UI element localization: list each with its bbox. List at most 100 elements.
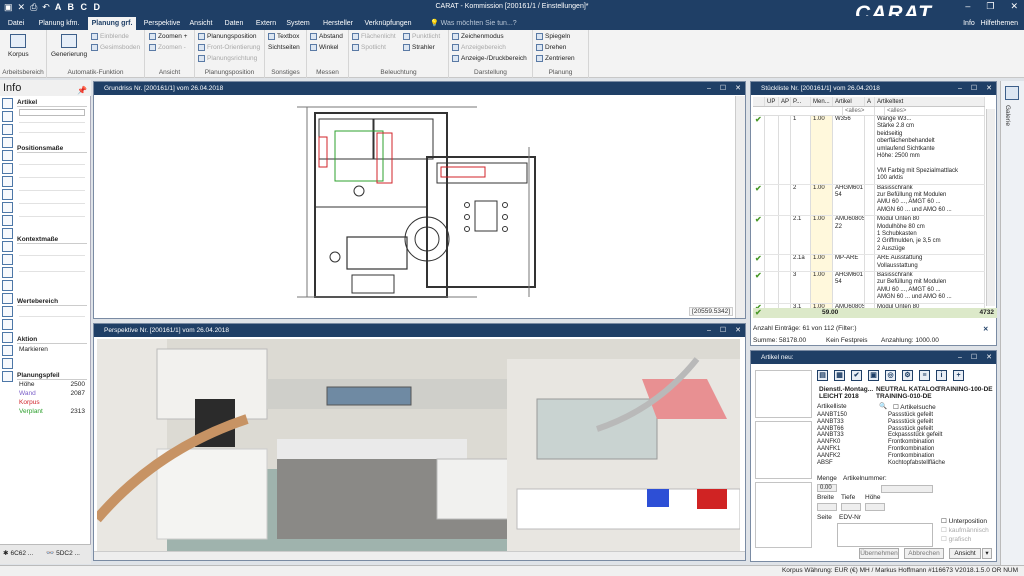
minimize-icon[interactable]: –	[958, 351, 962, 364]
doc-tab-2[interactable]: 👓 5DC2 ...	[46, 549, 80, 558]
minimize-icon[interactable]: –	[958, 82, 962, 95]
col-up[interactable]: UP	[765, 97, 779, 106]
tool-icon[interactable]	[2, 241, 13, 252]
close-icon[interactable]: ✕	[735, 324, 741, 337]
tab-hersteller[interactable]: Hersteller	[318, 17, 358, 30]
maximize-icon[interactable]: ☐	[720, 82, 726, 95]
tool-icon[interactable]	[2, 189, 13, 200]
tab-planung-kfm[interactable]: Planung kfm.	[34, 17, 84, 30]
ansicht-dropdown-icon[interactable]: ▾	[982, 548, 992, 559]
tab-verknuepfungen[interactable]: Verknüpfungen	[362, 17, 414, 30]
list-item[interactable]: AANBT150 Passstück gefeilt	[817, 412, 987, 419]
restore-icon[interactable]: ❐	[986, 1, 994, 12]
stueckliste-scrollbar[interactable]	[986, 109, 995, 306]
col-a[interactable]: A	[865, 97, 875, 106]
table-row[interactable]: ✔ 1 1.00 W356 Wange W3... Stärke 2.8 cm beidse…	[753, 116, 985, 185]
tool-icon[interactable]	[2, 228, 13, 239]
minimize-icon[interactable]: –	[707, 324, 711, 337]
list-item[interactable]: ABSF Kochtopfabstellfläche	[817, 460, 987, 467]
tool-icon[interactable]	[2, 163, 13, 174]
perspective-horizontal-scrollbar[interactable]	[94, 551, 745, 560]
korpus-button[interactable]: Korpus	[8, 32, 29, 58]
artikelsuche-checkbox[interactable]: ☐ Artikelsuche	[893, 403, 936, 411]
unterposition-checkbox[interactable]: ☐ Unterposition	[941, 517, 987, 525]
tool-icon[interactable]	[2, 215, 13, 226]
gallery-icon[interactable]	[1005, 86, 1019, 100]
clear-filter-icon[interactable]: ✕	[983, 325, 988, 333]
maximize-icon[interactable]: ☐	[971, 82, 977, 95]
close-icon[interactable]: ✕	[986, 82, 992, 95]
generierung-button[interactable]: Generierung	[51, 32, 87, 58]
menge-input[interactable]: 0.00	[817, 484, 837, 492]
tab-planung-grf[interactable]: Planung grf.	[88, 17, 136, 30]
tool-icon[interactable]	[2, 150, 13, 161]
add-icon[interactable]: +	[953, 370, 964, 381]
tool-icon[interactable]	[2, 202, 13, 213]
tool-icon[interactable]	[2, 332, 13, 343]
tool-icon[interactable]	[2, 358, 13, 369]
artikel-field[interactable]	[19, 109, 85, 116]
zeichenmodus-button[interactable]: Zeichenmodus	[452, 33, 504, 40]
perspective-render[interactable]	[97, 339, 740, 551]
list-item[interactable]: AANBT33 Passstück gefeilt	[817, 419, 987, 426]
zoom-out-button[interactable]: Zoomen -	[149, 44, 186, 51]
tab-ansicht[interactable]: Ansicht	[186, 17, 216, 30]
tool-icon[interactable]	[2, 254, 13, 265]
catalog-3[interactable]: NEUTRAL KATALOG	[876, 386, 940, 393]
tool-icon[interactable]	[2, 176, 13, 187]
tab-extern[interactable]: Extern	[252, 17, 280, 30]
close-icon[interactable]: ✕	[986, 351, 992, 364]
catalog-2[interactable]: LEICHT 2018	[819, 393, 859, 400]
tab-daten[interactable]: Daten	[220, 17, 248, 30]
aktion-value[interactable]: Markieren	[19, 346, 85, 353]
tool-icon[interactable]	[2, 280, 13, 291]
tool-icon[interactable]	[2, 319, 13, 330]
doc-tab-1[interactable]: ✱ 6C62 ...	[3, 549, 33, 558]
help-link[interactable]: Hilfethemen	[981, 20, 1018, 27]
catalog-4[interactable]: TRAINING-010-DE	[876, 393, 932, 400]
breite-input[interactable]	[817, 503, 837, 511]
col-menge[interactable]: Men...	[811, 97, 833, 106]
catalog-1[interactable]: Dienstl.-Montag...	[819, 386, 873, 393]
col-artikeltext[interactable]: Artikeltext	[875, 97, 985, 106]
spotlicht-button[interactable]: Spotlicht	[352, 44, 386, 51]
artikelnummer-input[interactable]	[881, 485, 933, 493]
col-ap[interactable]: AP	[779, 97, 791, 106]
globe-icon[interactable]: ◎	[885, 370, 896, 381]
filter-cell[interactable]	[753, 107, 843, 115]
planungsrichtung-button[interactable]: Planungsrichtung	[198, 55, 257, 62]
ansicht-button[interactable]: Ansicht	[949, 548, 981, 559]
settings-icon[interactable]: ⚙	[902, 370, 913, 381]
drehen-button[interactable]: Drehen	[536, 44, 566, 51]
list-item[interactable]: AANBT33 Eckpassstück gefeilt	[817, 432, 987, 439]
textbox-button[interactable]: Textbox	[268, 33, 299, 40]
tool-icon[interactable]	[2, 111, 13, 122]
close-icon[interactable]: ✕	[735, 82, 741, 95]
tool-icon[interactable]	[2, 137, 13, 148]
list-icon[interactable]: ≡	[919, 370, 930, 381]
gallery-tab[interactable]: Galerie	[1004, 105, 1011, 126]
minimize-icon[interactable]: –	[965, 1, 970, 12]
checkbox-icon[interactable]: ✔	[851, 370, 862, 381]
tool-icon[interactable]	[2, 371, 13, 382]
edv-input[interactable]	[837, 523, 933, 547]
filter-artikel[interactable]: <alles>	[843, 107, 875, 115]
catalog-5[interactable]: TRAINING-100-DE	[937, 386, 993, 393]
filter-a[interactable]	[875, 107, 885, 115]
col-pos[interactable]: P...	[791, 97, 811, 106]
tab-system[interactable]: System	[284, 17, 312, 30]
uebernehmen-button[interactable]: Übernehmen	[859, 548, 899, 559]
table-row[interactable]: ✔ 3 1.00 AHGM601 54 Basisschrank zur Befüllun…	[753, 271, 985, 304]
tool-icon[interactable]	[2, 267, 13, 278]
tiefe-input[interactable]	[841, 503, 861, 511]
filter-text[interactable]: <alles>	[885, 107, 985, 115]
zoom-in-button[interactable]: Zoomen +	[149, 33, 187, 40]
front-orientierung-button[interactable]: Front-Orientierung	[198, 44, 260, 51]
maximize-icon[interactable]: ☐	[971, 351, 977, 364]
zentrieren-button[interactable]: Zentrieren	[536, 55, 575, 62]
tool-icon[interactable]	[2, 293, 13, 304]
search-icon[interactable]: 🔍	[879, 402, 887, 410]
spiegeln-button[interactable]: Spiegeln	[536, 33, 570, 40]
info-icon[interactable]: i	[936, 370, 947, 381]
strahler-button[interactable]: Strahler	[403, 44, 435, 51]
